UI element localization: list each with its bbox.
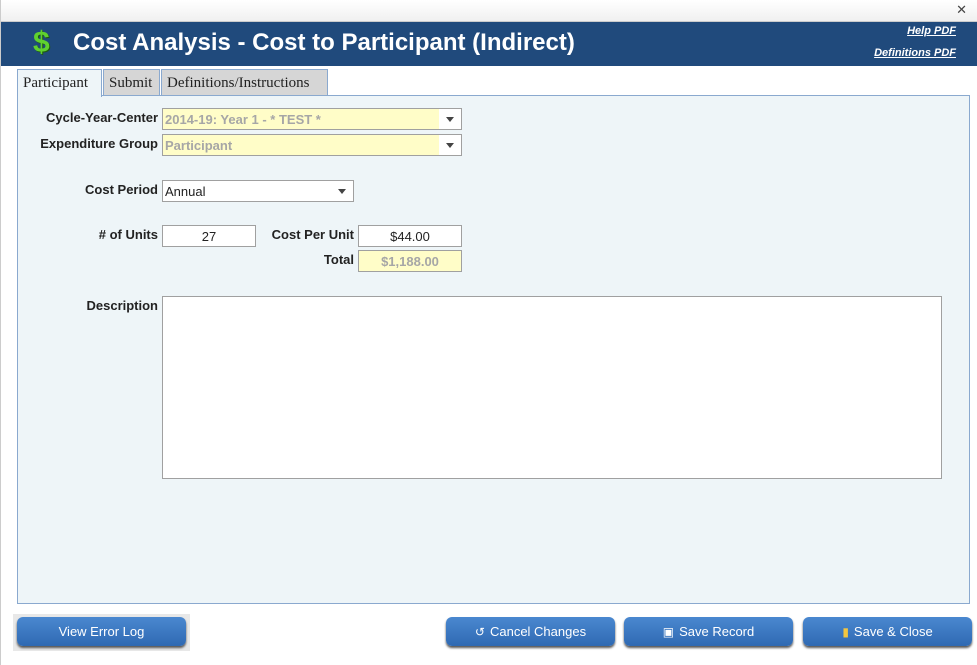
page-title: Cost Analysis - Cost to Participant (Ind… bbox=[73, 29, 575, 56]
cycle-year-center-select[interactable]: 2014-19: Year 1 - * TEST * bbox=[162, 108, 462, 130]
save-record-label: Save Record bbox=[679, 624, 755, 639]
undo-icon: ↺ bbox=[474, 625, 485, 639]
dollar-icon: $ bbox=[33, 26, 50, 59]
tab-participant[interactable]: Participant bbox=[17, 69, 102, 97]
cost-period-select[interactable]: Annual bbox=[162, 180, 354, 202]
cycle-year-center-label: Cycle-Year-Center bbox=[46, 110, 158, 125]
header-bar: $ Cost Analysis - Cost to Participant (I… bbox=[1, 22, 977, 66]
floppy-disk-icon: ▣ bbox=[662, 625, 675, 639]
save-record-button[interactable]: ▣ Save Record bbox=[624, 617, 793, 646]
expenditure-group-value: Participant bbox=[165, 138, 233, 153]
description-textarea[interactable] bbox=[162, 296, 942, 479]
units-input[interactable]: 27 bbox=[162, 225, 256, 247]
help-pdf-link[interactable]: Help PDF bbox=[907, 25, 956, 37]
total-label: Total bbox=[323, 252, 354, 267]
chevron-down-icon[interactable] bbox=[439, 135, 461, 155]
units-label: # of Units bbox=[98, 227, 158, 242]
chevron-down-icon[interactable] bbox=[439, 109, 461, 129]
cost-per-unit-label: Cost Per Unit bbox=[271, 227, 354, 242]
cost-period-value: Annual bbox=[165, 184, 206, 199]
close-icon[interactable]: ✕ bbox=[956, 2, 967, 18]
description-label: Description bbox=[86, 298, 158, 313]
cancel-changes-label: Cancel Changes bbox=[489, 624, 587, 639]
cost-per-unit-input[interactable]: $44.00 bbox=[358, 225, 462, 247]
save-and-close-label: Save & Close bbox=[853, 624, 933, 639]
window-titlebar bbox=[1, 0, 977, 22]
exit-door-icon: ▮ bbox=[842, 625, 849, 639]
expenditure-group-select[interactable]: Participant bbox=[162, 134, 462, 156]
total-value: $1,188.00 bbox=[358, 250, 462, 272]
cancel-changes-button[interactable]: ↺ Cancel Changes bbox=[446, 617, 615, 646]
view-error-log-label: View Error Log bbox=[58, 624, 145, 639]
cycle-year-center-value: 2014-19: Year 1 - * TEST * bbox=[165, 112, 321, 127]
tab-definitions-instructions[interactable]: Definitions/Instructions bbox=[161, 69, 328, 96]
expenditure-group-label: Expenditure Group bbox=[40, 136, 158, 151]
save-and-close-button[interactable]: ▮ Save & Close bbox=[803, 617, 972, 646]
chevron-down-icon[interactable] bbox=[331, 181, 353, 201]
definitions-pdf-link[interactable]: Definitions PDF bbox=[874, 47, 956, 59]
view-error-log-button[interactable]: View Error Log bbox=[17, 617, 186, 646]
cost-period-label: Cost Period bbox=[85, 182, 158, 197]
tab-submit[interactable]: Submit bbox=[103, 69, 160, 96]
